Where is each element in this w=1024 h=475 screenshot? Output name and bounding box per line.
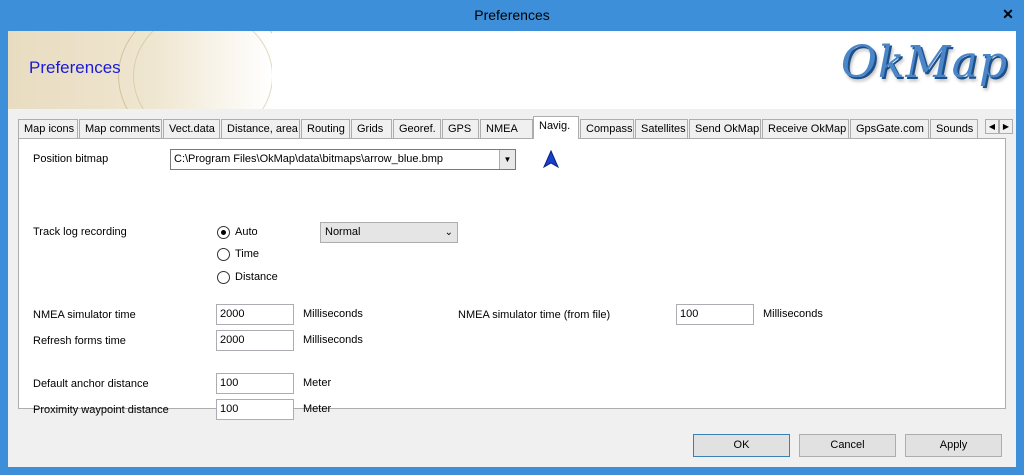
- position-bitmap-label: Position bitmap: [33, 153, 109, 165]
- proximity-distance-label: Proximity waypoint distance: [33, 404, 169, 416]
- track-mode-select[interactable]: Normal ⌄: [320, 222, 458, 243]
- proximity-distance-unit: Meter: [303, 403, 332, 415]
- banner-title: Preferences: [29, 58, 121, 77]
- anchor-distance-input[interactable]: 100: [216, 373, 294, 394]
- preferences-window: Preferences ✕ Preferences OkMap Map icon…: [0, 0, 1024, 475]
- radio-distance[interactable]: [217, 271, 230, 284]
- tab-compass[interactable]: Compass: [580, 119, 634, 138]
- position-arrow-icon: [542, 149, 560, 169]
- tab-satellites[interactable]: Satellites: [635, 119, 688, 138]
- radio-auto-label[interactable]: Auto: [235, 226, 258, 238]
- tab-grids[interactable]: Grids: [351, 119, 392, 138]
- anchor-distance-label: Default anchor distance: [33, 378, 149, 390]
- tab-distance-area[interactable]: Distance, area: [221, 119, 300, 138]
- title-bar[interactable]: Preferences ✕: [0, 0, 1024, 30]
- navig-tab-panel: Position bitmap C:\Program Files\OkMap\d…: [18, 138, 1006, 420]
- tab-navig[interactable]: Navig.: [533, 116, 579, 139]
- chevron-down-icon[interactable]: ▼: [499, 150, 515, 169]
- position-bitmap-value: C:\Program Files\OkMap\data\bitmaps\arro…: [174, 153, 443, 165]
- cancel-button[interactable]: Cancel: [799, 434, 896, 457]
- tab-routing[interactable]: Routing: [301, 119, 350, 138]
- tab-nmea[interactable]: NMEA: [480, 119, 533, 138]
- okmap-logo: OkMap: [840, 37, 1008, 88]
- tab-scroll-left-icon[interactable]: ◀: [985, 119, 999, 134]
- radio-time[interactable]: [217, 248, 230, 261]
- refresh-forms-input[interactable]: 2000: [216, 330, 294, 351]
- tab-gpsgate[interactable]: GpsGate.com: [850, 119, 929, 138]
- tab-send-okmap[interactable]: Send OkMap: [689, 119, 761, 138]
- proximity-distance-input[interactable]: 100: [216, 399, 294, 420]
- tab-map-icons[interactable]: Map icons: [18, 119, 78, 138]
- tab-georef[interactable]: Georef.: [393, 119, 441, 138]
- refresh-forms-unit: Milliseconds: [303, 334, 363, 346]
- chevron-down-icon: ⌄: [444, 227, 453, 238]
- radio-auto[interactable]: [217, 226, 230, 239]
- refresh-forms-label: Refresh forms time: [33, 335, 126, 347]
- apply-button[interactable]: Apply: [905, 434, 1002, 457]
- tab-vect-data[interactable]: Vect.data: [163, 119, 220, 138]
- tab-scroll-right-icon[interactable]: ▶: [999, 119, 1013, 134]
- track-log-label: Track log recording: [33, 226, 127, 238]
- nmea-sim-label: NMEA simulator time: [33, 309, 136, 321]
- nmea-sim-file-input[interactable]: 100: [676, 304, 754, 325]
- nmea-sim-file-label: NMEA simulator time (from file): [458, 309, 611, 321]
- nmea-sim-unit: Milliseconds: [303, 308, 363, 320]
- dialog-client: Preferences OkMap Map icons Map comments…: [8, 31, 1016, 467]
- header-banner: Preferences OkMap: [8, 31, 1016, 109]
- anchor-distance-unit: Meter: [303, 377, 332, 389]
- nmea-sim-file-unit: Milliseconds: [763, 308, 823, 320]
- tab-receive-okmap[interactable]: Receive OkMap: [762, 119, 849, 138]
- window-title: Preferences: [474, 7, 550, 23]
- tab-map-comments[interactable]: Map comments: [79, 119, 162, 138]
- nmea-sim-input[interactable]: 2000: [216, 304, 294, 325]
- position-bitmap-combo[interactable]: C:\Program Files\OkMap\data\bitmaps\arro…: [170, 149, 516, 170]
- ok-button[interactable]: OK: [693, 434, 790, 457]
- radio-time-label[interactable]: Time: [235, 248, 259, 260]
- close-icon[interactable]: ✕: [1000, 6, 1016, 22]
- radio-distance-label[interactable]: Distance: [235, 271, 278, 283]
- track-mode-value: Normal: [325, 226, 361, 238]
- tab-sounds[interactable]: Sounds: [930, 119, 978, 138]
- tab-gps[interactable]: GPS: [442, 119, 479, 138]
- tab-strip: Map icons Map comments Vect.data Distanc…: [18, 116, 1013, 139]
